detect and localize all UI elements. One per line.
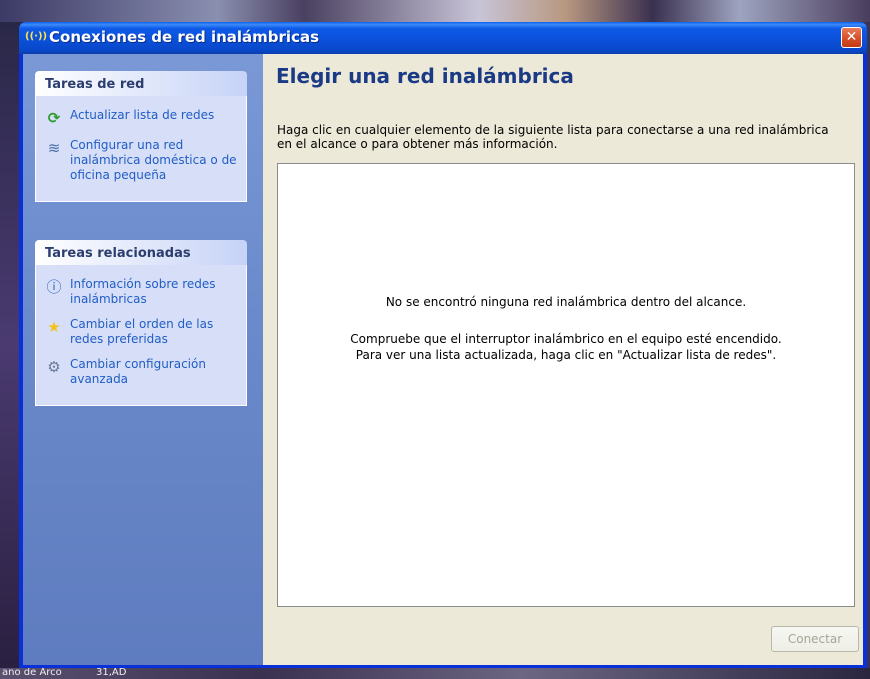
desktop-left-strip [0,22,20,668]
wireless-icon: ((·)) [25,31,48,42]
task-refresh-network-list[interactable]: ⟳ Actualizar lista de redes [44,108,238,128]
task-label: Cambiar configuración avanzada [70,357,206,386]
no-networks-message: No se encontró ninguna red inalámbrica d… [385,295,747,309]
hint-line-2: Para ver una lista actualizada, haga cli… [355,348,777,362]
task-pane: Tareas de red ⟳ Actualizar lista de rede… [23,54,263,665]
task-label: Información sobre redes inalámbricas [70,277,216,306]
window-client-area: Tareas de red ⟳ Actualizar lista de rede… [23,54,863,665]
instructions-text: Haga clic en cualquier elemento de la si… [277,123,829,151]
wireless-network-list[interactable]: No se encontró ninguna red inalámbrica d… [277,163,855,607]
desktop-top-strip [0,0,870,22]
connect-button[interactable]: Conectar [771,626,859,652]
page-title: Elegir una red inalámbrica [276,64,574,88]
task-setup-wireless-network[interactable]: ≋ Configurar una red inalámbrica domésti… [44,138,238,183]
desktop-label: ano de Arco [2,667,62,678]
network-tasks-header[interactable]: Tareas de red [35,71,247,96]
task-label: Cambiar el orden de las redes preferidas [70,317,214,346]
desktop-bottom-strip: ano de Arco 31,AD [0,667,870,679]
close-button[interactable]: ✕ [841,27,862,48]
desktop-label: 31,AD [96,667,127,678]
network-tasks-body: ⟳ Actualizar lista de redes ≋ Configurar… [35,96,247,202]
task-advanced-settings[interactable]: ⚙ Cambiar configuración avanzada [44,357,238,387]
task-wireless-info[interactable]: ⓘ Información sobre redes inalámbricas [44,277,238,307]
window-title: Conexiones de red inalámbricas [49,28,320,46]
related-tasks-header[interactable]: Tareas relacionadas [35,240,247,265]
title-bar[interactable]: ((·)) Conexiones de red inalámbricas ✕ [19,22,867,54]
task-change-preferred-order[interactable]: ★ Cambiar el orden de las redes preferid… [44,317,238,347]
hint-line-1: Compruebe que el interruptor inalámbrico… [350,332,782,346]
related-tasks-body: ⓘ Información sobre redes inalámbricas ★… [35,265,247,406]
star-icon: ★ [47,318,61,336]
info-icon: ⓘ [46,278,62,296]
wireless-connections-window: ((·)) Conexiones de red inalámbricas ✕ T… [19,22,867,668]
tools-icon: ⚙ [47,358,61,376]
close-icon: ✕ [845,29,858,45]
wireless-setup-icon: ≋ [47,139,61,157]
task-label: Configurar una red inalámbrica doméstica… [70,138,237,182]
network-tasks-group: Tareas de red ⟳ Actualizar lista de rede… [35,71,247,202]
related-tasks-group: Tareas relacionadas ⓘ Información sobre … [35,240,247,406]
main-panel: Elegir una red inalámbrica Haga clic en … [263,54,863,665]
task-label: Actualizar lista de redes [70,108,215,122]
refresh-icon: ⟳ [47,109,61,127]
